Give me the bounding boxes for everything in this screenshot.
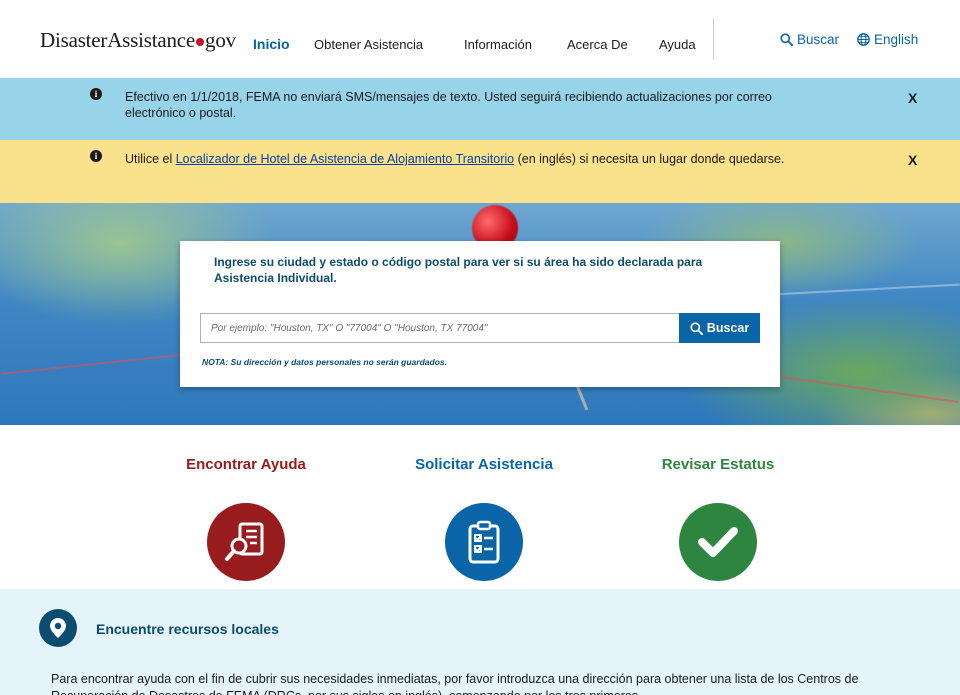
action-apply-assistance[interactable]: Solicitar Asistencia <box>384 456 584 581</box>
action-find-help-title[interactable]: Encontrar Ayuda <box>146 456 346 473</box>
search-icon <box>780 33 793 46</box>
site-header: DisasterAssistance gov Inicio Obtener Asi… <box>0 0 960 78</box>
info-icon: i <box>90 150 102 162</box>
nav-ayuda[interactable]: Ayuda <box>659 37 696 52</box>
local-resources-title: Encuentre recursos locales <box>96 621 279 637</box>
alert-sms-close-button[interactable]: X <box>908 90 917 106</box>
language-label: English <box>874 32 919 47</box>
search-icon <box>690 321 703 335</box>
declaration-search-title: Ingrese su ciudad y estado o código post… <box>214 255 703 285</box>
hotel-locator-link[interactable]: Localizador de Hotel de Asistencia de Al… <box>176 152 514 166</box>
nav-obtener-asistencia[interactable]: Obtener Asistencia <box>314 37 423 52</box>
globe-icon <box>857 33 870 46</box>
declaration-search-button[interactable]: Buscar <box>679 313 760 343</box>
nav-divider <box>713 18 714 60</box>
header-search-link[interactable]: Buscar <box>780 32 839 47</box>
alert-hotel: i Utilice el Localizador de Hotel de Asi… <box>0 140 960 203</box>
info-icon: i <box>90 88 102 100</box>
apply-checklist-icon[interactable] <box>445 503 523 581</box>
check-status-icon[interactable] <box>679 503 757 581</box>
alert-hotel-close-button[interactable]: X <box>908 152 917 168</box>
language-toggle[interactable]: English <box>857 32 918 47</box>
nav-acerca-de[interactable]: Acerca De <box>567 37 628 52</box>
declaration-search-button-label: Buscar <box>706 321 750 335</box>
privacy-note: NOTA: Su dirección y datos personales no… <box>202 357 447 367</box>
header-search-label: Buscar <box>797 32 840 47</box>
logo-dot <box>196 37 205 46</box>
declaration-search-card: Ingrese su ciudad y estado o código post… <box>180 241 780 387</box>
alert-sms-text: Efectivo en 1/1/2018, FEMA no enviará SM… <box>125 90 772 120</box>
alert-sms: i Efectivo en 1/1/2018, FEMA no enviará … <box>0 78 960 140</box>
site-logo[interactable]: DisasterAssistance gov <box>40 28 236 53</box>
alert-hotel-text: Utilice el Localizador de Hotel de Asist… <box>125 152 785 166</box>
local-resources-section: Encuentre recursos locales Para encontra… <box>0 589 960 695</box>
nav-informacion[interactable]: Información <box>464 37 532 52</box>
declaration-search-input[interactable] <box>200 313 680 343</box>
action-check-status[interactable]: Revisar Estatus <box>618 456 818 581</box>
nav-inicio[interactable]: Inicio <box>253 36 290 52</box>
local-resources-text: Para encontrar ayuda con el fin de cubri… <box>51 672 859 695</box>
action-check-status-title[interactable]: Revisar Estatus <box>618 456 818 473</box>
find-help-icon[interactable] <box>207 503 285 581</box>
action-apply-title[interactable]: Solicitar Asistencia <box>384 456 584 473</box>
action-find-help[interactable]: Encontrar Ayuda <box>146 456 346 581</box>
map-marker-icon <box>39 609 77 647</box>
